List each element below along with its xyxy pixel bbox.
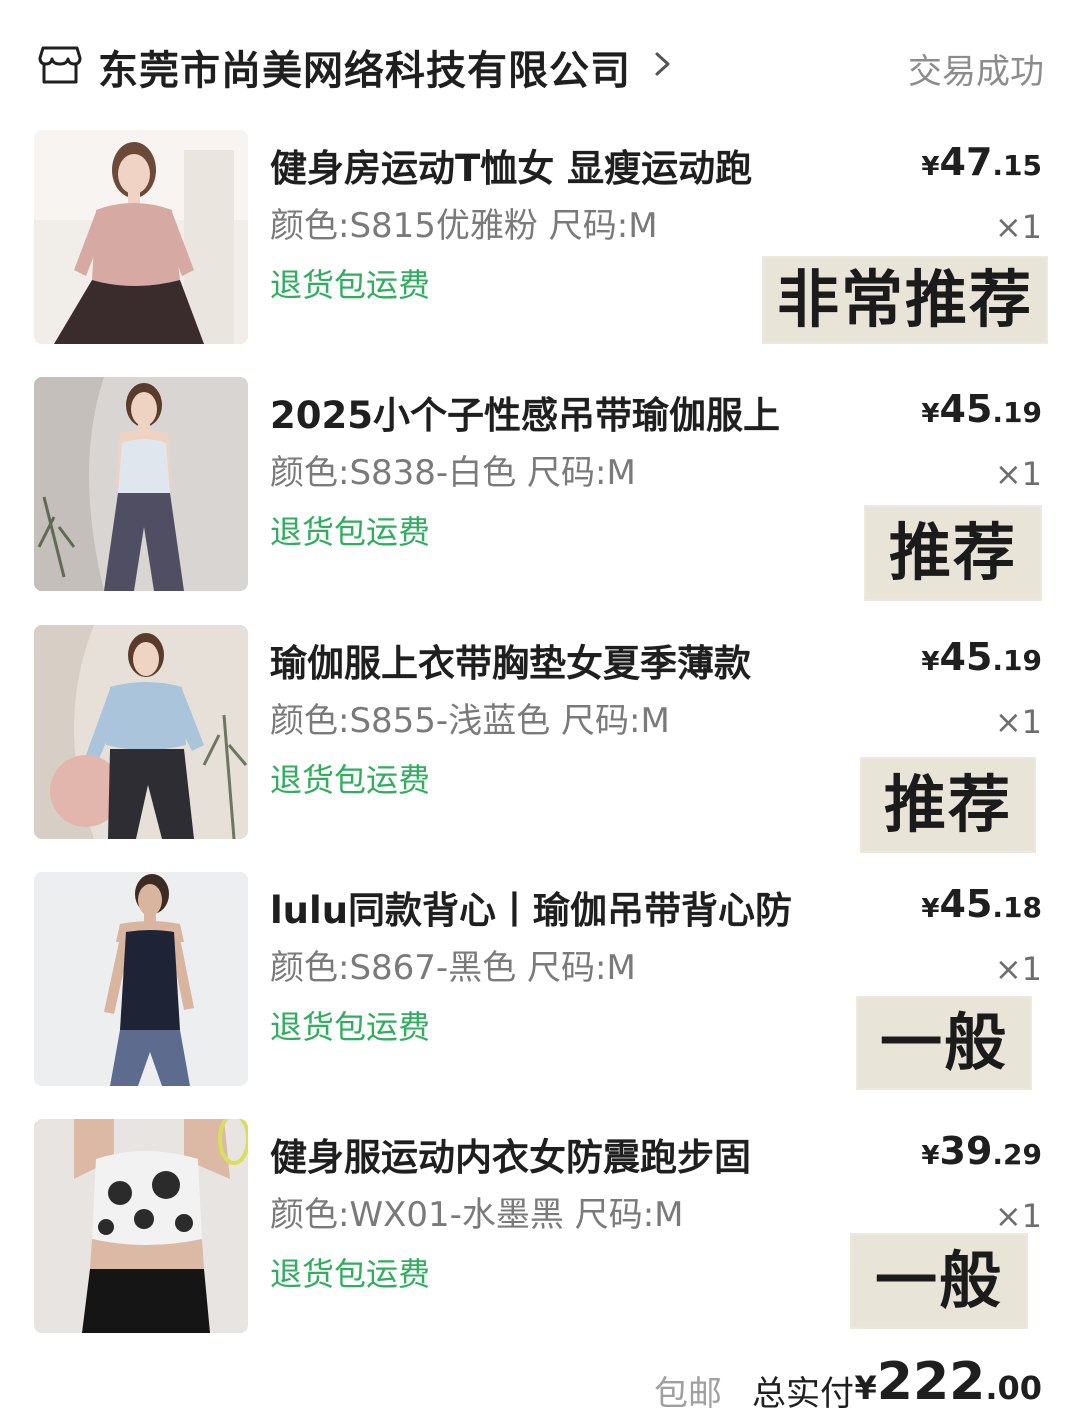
currency-symbol: ¥	[921, 647, 940, 677]
order-item[interactable]: 健身服运动内衣女防震跑步固 颜色:WX01-水墨黑 尺码:M 退货包运费 ¥39…	[0, 1119, 1080, 1367]
product-price: ¥39.29	[921, 1129, 1042, 1173]
price-integer: 45	[939, 882, 993, 926]
store-icon	[38, 46, 82, 84]
return-shipping-badge: 退货包运费	[270, 513, 431, 551]
product-price: ¥45.19	[921, 635, 1042, 679]
currency-symbol: ¥	[854, 1369, 877, 1407]
price-integer: 39	[939, 1129, 993, 1173]
product-image[interactable]	[34, 625, 248, 839]
currency-symbol: ¥	[921, 152, 940, 182]
product-image[interactable]	[34, 130, 248, 344]
product-price: ¥45.19	[921, 387, 1042, 431]
rating-label: 推荐	[860, 757, 1036, 853]
order-footer: 包邮 总实付 ¥222.00	[0, 1350, 1080, 1424]
price-decimal: .18	[992, 891, 1042, 924]
order-item[interactable]: 瑜伽服上衣带胸垫女夏季薄款 颜色:S855-浅蓝色 尺码:M 退货包运费 ¥45…	[0, 625, 1080, 873]
order-header: 东莞市尚美网络科技有限公司 交易成功	[0, 0, 1080, 125]
product-spec: 颜色:S815优雅粉 尺码:M	[270, 206, 658, 246]
shop-name-link[interactable]: 东莞市尚美网络科技有限公司	[98, 38, 631, 96]
rating-label: 一般	[850, 1233, 1028, 1329]
product-quantity: ×1	[994, 455, 1042, 493]
product-quantity: ×1	[994, 703, 1042, 741]
product-image[interactable]	[34, 377, 248, 591]
product-title[interactable]: 健身房运动T恤女 显瘦运动跑	[270, 138, 752, 192]
total-paid-amount: ¥222.00	[855, 1352, 1043, 1412]
product-quantity: ×1	[994, 950, 1042, 988]
total-integer: 222	[876, 1352, 986, 1412]
return-shipping-badge: 退货包运费	[270, 266, 431, 304]
currency-symbol: ¥	[921, 894, 940, 924]
free-shipping-label: 包邮	[654, 1374, 722, 1414]
product-title[interactable]: 2025小个子性感吊带瑜伽服上	[270, 385, 780, 439]
rating-label: 非常推荐	[762, 256, 1048, 344]
product-title[interactable]: lulu同款背心丨瑜伽吊带背心防	[270, 880, 792, 934]
product-image[interactable]	[34, 872, 248, 1086]
order-status: 交易成功	[908, 52, 1044, 92]
product-price: ¥45.18	[921, 882, 1042, 926]
price-integer: 45	[939, 635, 993, 679]
product-quantity: ×1	[994, 208, 1042, 246]
total-decimal: .00	[985, 1369, 1042, 1407]
rating-label: 一般	[856, 996, 1032, 1090]
rating-label: 推荐	[864, 505, 1042, 601]
product-spec: 颜色:WX01-水墨黑 尺码:M	[270, 1195, 684, 1235]
order-item[interactable]: 2025小个子性感吊带瑜伽服上 颜色:S838-白色 尺码:M 退货包运费 ¥4…	[0, 377, 1080, 625]
product-title[interactable]: 健身服运动内衣女防震跑步固	[270, 1127, 751, 1181]
product-spec: 颜色:S867-黑色 尺码:M	[270, 948, 636, 988]
product-title[interactable]: 瑜伽服上衣带胸垫女夏季薄款	[270, 633, 751, 687]
price-decimal: .15	[992, 149, 1042, 182]
return-shipping-badge: 退货包运费	[270, 1008, 431, 1046]
product-price: ¥47.15	[921, 140, 1042, 184]
currency-symbol: ¥	[921, 399, 940, 429]
price-integer: 45	[939, 387, 993, 431]
price-decimal: .29	[992, 1138, 1042, 1171]
product-image[interactable]	[34, 1119, 248, 1333]
price-decimal: .19	[992, 644, 1042, 677]
price-decimal: .19	[992, 396, 1042, 429]
return-shipping-badge: 退货包运费	[270, 1255, 431, 1293]
product-spec: 颜色:S855-浅蓝色 尺码:M	[270, 701, 670, 741]
order-item[interactable]: lulu同款背心丨瑜伽吊带背心防 颜色:S867-黑色 尺码:M 退货包运费 ¥…	[0, 872, 1080, 1120]
product-quantity: ×1	[994, 1197, 1042, 1235]
price-integer: 47	[939, 140, 993, 184]
total-paid-label: 总实付	[752, 1374, 854, 1414]
return-shipping-badge: 退货包运费	[270, 761, 431, 799]
currency-symbol: ¥	[921, 1141, 940, 1171]
order-item[interactable]: 健身房运动T恤女 显瘦运动跑 颜色:S815优雅粉 尺码:M 退货包运费 ¥47…	[0, 130, 1080, 378]
chevron-right-icon[interactable]	[652, 44, 674, 84]
product-spec: 颜色:S838-白色 尺码:M	[270, 453, 636, 493]
